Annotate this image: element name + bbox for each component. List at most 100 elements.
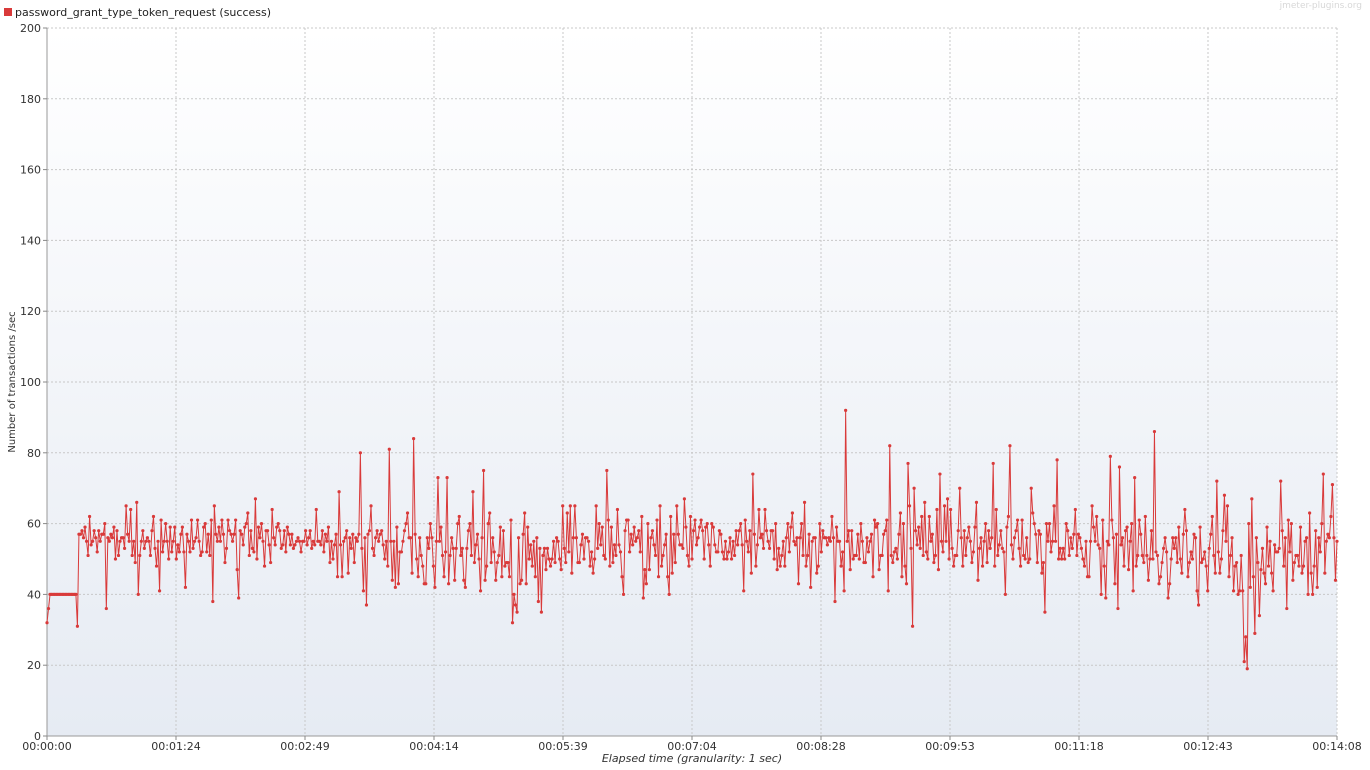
data-point [454, 546, 458, 550]
data-point [1235, 560, 1239, 565]
data-point [224, 546, 229, 550]
data-point [673, 560, 677, 565]
data-point [1060, 557, 1064, 561]
data-point [325, 539, 329, 543]
data-point [387, 447, 391, 451]
data-point [440, 553, 445, 558]
data-point [847, 529, 851, 533]
data-point [888, 444, 892, 448]
data-point [1312, 564, 1316, 568]
data-point [929, 539, 933, 543]
data-point [189, 518, 194, 522]
data-point [866, 550, 871, 554]
data-point [267, 543, 271, 547]
data-point [705, 522, 709, 526]
data-point [1079, 546, 1084, 550]
data-point [1096, 543, 1100, 547]
data-point [691, 529, 696, 533]
data-point [1219, 557, 1223, 561]
data-point [973, 525, 977, 529]
data-point [293, 543, 297, 547]
data-point [809, 585, 813, 589]
data-point [1183, 507, 1187, 512]
data-point [634, 539, 638, 543]
data-point [799, 522, 804, 526]
data-point [116, 553, 121, 558]
data-point [786, 522, 790, 526]
x-tick-label: 00:09:53 [925, 740, 974, 753]
data-point [702, 557, 706, 561]
data-point [1152, 429, 1157, 434]
data-point [626, 518, 630, 522]
data-point [361, 589, 366, 593]
data-point [276, 522, 280, 526]
data-point [1037, 529, 1041, 533]
data-point [1222, 493, 1227, 497]
data-point [506, 560, 510, 565]
data-point [611, 560, 615, 565]
data-point [1207, 546, 1211, 550]
data-point [907, 504, 912, 508]
data-point [574, 536, 578, 540]
data-point [1327, 536, 1331, 540]
data-point [124, 504, 128, 508]
data-point [952, 564, 956, 568]
data-point [977, 546, 982, 550]
data-point [761, 546, 766, 550]
data-point [942, 504, 947, 508]
data-point [147, 539, 151, 543]
data-point [997, 543, 1001, 547]
data-point [868, 539, 872, 543]
data-point [538, 546, 542, 550]
data-point [825, 543, 829, 547]
data-point [559, 568, 563, 572]
data-point [1087, 575, 1091, 579]
data-point [348, 536, 352, 540]
data-point [737, 529, 741, 533]
data-point [349, 546, 353, 550]
data-point [443, 550, 448, 554]
data-point [498, 525, 502, 529]
data-point [381, 543, 385, 547]
data-point [681, 546, 685, 550]
data-point [345, 529, 349, 533]
data-point [272, 536, 276, 540]
data-point [191, 546, 195, 550]
data-point [1163, 536, 1167, 540]
data-point [541, 553, 545, 558]
data-point [153, 546, 157, 550]
data-point [988, 546, 992, 550]
data-point [390, 578, 394, 582]
data-point [139, 539, 143, 543]
data-point [676, 532, 680, 536]
data-point [109, 532, 113, 536]
data-point [923, 500, 927, 504]
data-point [726, 550, 731, 554]
data-point [643, 568, 647, 572]
data-point [1049, 550, 1053, 554]
data-point [615, 507, 620, 512]
data-point [177, 550, 181, 554]
data-point [632, 525, 636, 529]
data-point [375, 529, 379, 533]
data-point [1154, 550, 1158, 554]
data-point [156, 539, 160, 543]
data-point [378, 532, 382, 536]
data-point [1318, 550, 1322, 554]
data-point [1178, 557, 1182, 561]
data-point [1245, 667, 1249, 671]
data-point [618, 550, 623, 554]
data-point [226, 518, 230, 522]
data-point [1110, 518, 1114, 522]
data-point [1269, 571, 1274, 575]
data-point [850, 529, 854, 533]
data-point [265, 529, 270, 533]
data-point [1052, 504, 1056, 508]
x-tick-label: 00:05:39 [538, 740, 587, 753]
data-point [456, 522, 460, 526]
data-point [1298, 525, 1303, 529]
data-point [259, 522, 264, 526]
data-point [1262, 571, 1266, 575]
data-point [1018, 564, 1023, 568]
data-point [507, 575, 512, 579]
